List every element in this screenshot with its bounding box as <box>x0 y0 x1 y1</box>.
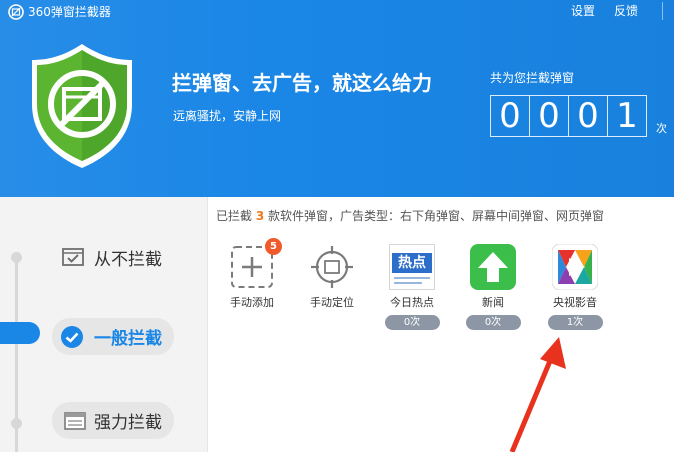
crosshair-icon <box>311 246 353 288</box>
counter-digit: 0 <box>569 96 608 136</box>
counter-digit: 0 <box>530 96 569 136</box>
counter-digit: 0 <box>491 96 530 136</box>
tile-manual-add[interactable]: 5 手动添加 <box>217 238 287 310</box>
tile-cctv-player[interactable]: 央视影音 1次 <box>540 243 610 330</box>
mode-slider-stop[interactable] <box>11 252 22 263</box>
shield-icon <box>32 44 132 168</box>
tile-count-pill: 0次 <box>384 315 440 330</box>
tile-label: 新闻 <box>482 296 504 309</box>
check-circle-icon <box>61 325 83 348</box>
tile-label: 央视影音 <box>553 296 597 309</box>
tile-news[interactable]: 新闻 0次 <box>458 244 528 330</box>
cctv-player-icon <box>551 243 599 291</box>
cctv-player-icon-box <box>551 243 599 291</box>
mode-slider-handle[interactable] <box>0 322 40 344</box>
manual-add-icon-box: 5 <box>229 238 282 290</box>
mode-normal-block[interactable]: 一般拦截 <box>52 318 174 355</box>
settings-button[interactable]: 设置 <box>571 3 595 19</box>
app-logo-icon <box>8 4 24 20</box>
checkbox-window-icon <box>62 248 84 266</box>
window-layers-icon <box>64 411 86 430</box>
hero-headline: 拦弹窗、去广告，就这么给力 <box>172 71 432 95</box>
tile-label: 今日热点 <box>390 296 434 309</box>
mode-normal-label: 一般拦截 <box>94 329 162 349</box>
tile-label: 手动添加 <box>230 296 274 309</box>
summary-count: 3 <box>255 209 265 223</box>
tile-hot-news[interactable]: 热点 今日热点 0次 <box>377 244 447 330</box>
mode-never-label: 从不拦截 <box>94 249 162 270</box>
mode-never-block[interactable]: 从不拦截 <box>62 246 162 270</box>
titlebar-divider <box>662 2 663 20</box>
hot-news-icon: 热点 <box>389 244 435 290</box>
tile-manual-locate[interactable]: 手动定位 <box>297 244 367 310</box>
news-upload-icon <box>470 244 516 290</box>
counter-unit: 次 <box>656 122 667 135</box>
tile-badge: 5 <box>265 238 282 255</box>
annotation-arrow-icon <box>509 337 566 452</box>
feedback-button[interactable]: 反馈 <box>614 3 638 19</box>
tile-label: 手动定位 <box>310 296 354 309</box>
mode-strong-block[interactable]: 强力拦截 <box>52 402 174 439</box>
mode-slider-stop[interactable] <box>11 418 22 429</box>
summary-suffix: 款软件弹窗，广告类型：右下角弹窗、屏幕中间弹窗、网页弹窗 <box>264 209 605 223</box>
title-bar[interactable]: 360弹窗拦截器 设置 反馈 <box>0 0 674 24</box>
hero-subline: 远离骚扰，安静上网 <box>173 109 282 123</box>
blocked-counter: 0 0 0 1 <box>490 95 647 137</box>
header-banner: 360弹窗拦截器 设置 反馈 拦弹窗、去广告，就这么给力 远离骚扰，安静上网 共… <box>0 0 674 197</box>
hot-news-line <box>394 277 430 279</box>
crosshair-icon-box <box>309 244 355 290</box>
hot-news-icon-text: 热点 <box>392 253 432 273</box>
mode-strong-label: 强力拦截 <box>94 413 162 433</box>
blocked-summary: 已拦截 3 款软件弹窗，广告类型：右下角弹窗、屏幕中间弹窗、网页弹窗 <box>216 208 604 224</box>
hot-news-line <box>394 282 422 284</box>
app-title: 360弹窗拦截器 <box>28 5 111 19</box>
news-upload-icon-box <box>470 244 516 290</box>
counter-label: 共为您拦截弹窗 <box>490 71 575 85</box>
summary-prefix: 已拦截 <box>216 209 256 223</box>
mode-panel: 从不拦截 一般拦截 强力拦截 <box>0 197 208 452</box>
counter-digit: 1 <box>616 96 638 136</box>
